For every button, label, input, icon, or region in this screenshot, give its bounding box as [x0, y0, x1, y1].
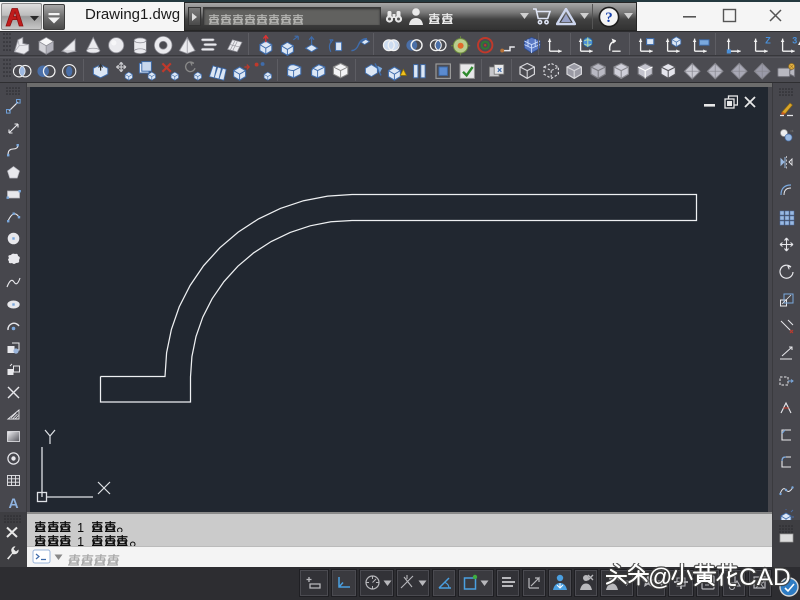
- svg-text:A: A: [8, 495, 18, 511]
- svg-text:@: @: [648, 564, 672, 589]
- svg-text:?: ?: [605, 10, 613, 26]
- svg-text:Z: Z: [765, 35, 771, 45]
- svg-text:CAD: CAD: [739, 564, 791, 589]
